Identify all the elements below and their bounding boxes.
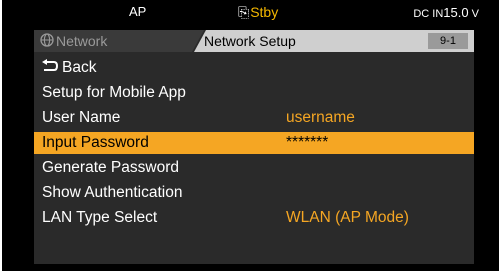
voltage-value: 15.0	[443, 5, 469, 20]
menu-item-label: User Name	[42, 109, 121, 126]
tab-network-setup: Network Setup 9-1	[194, 30, 474, 52]
back-arrow-icon	[42, 59, 58, 71]
lan-type-value: WLAN (AP Mode)	[286, 209, 409, 226]
menu-panel: Network Network Setup 9-1 Back Setup for…	[34, 30, 474, 264]
menu-item-label: Back	[62, 59, 97, 76]
card-icon: ⎘	[238, 4, 250, 20]
status-bar: AP ⎘Stby DC IN15.0 V	[2, 0, 499, 24]
menu-item-user-name[interactable]: User Name username	[34, 107, 474, 129]
globe-icon	[40, 33, 54, 47]
menu-item-label: Setup for Mobile App	[42, 84, 186, 101]
network-mode-indicator: AP	[129, 4, 147, 19]
menu-item-show-authentication[interactable]: Show Authentication	[34, 182, 474, 204]
menu-item-label: Generate Password	[42, 159, 179, 176]
tab-network[interactable]: Network	[34, 30, 204, 52]
record-state-label: Stby	[250, 4, 279, 20]
voltage-unit: V	[471, 8, 479, 20]
user-name-value: username	[286, 109, 355, 126]
password-value: *******	[286, 134, 329, 151]
power-indicator: DC IN15.0 V	[413, 5, 479, 20]
camera-menu-screen: AP ⎘Stby DC IN15.0 V Network Network Set…	[2, 0, 499, 271]
tab-network-label: Network	[56, 33, 108, 49]
page-title: Network Setup	[204, 33, 296, 49]
page-number-badge: 9-1	[428, 33, 468, 49]
menu-item-label: Input Password	[42, 134, 149, 151]
menu-item-lan-type-select[interactable]: LAN Type Select WLAN (AP Mode)	[34, 207, 474, 229]
power-source-label: DC IN	[413, 8, 444, 20]
menu-header: Network Network Setup 9-1	[34, 30, 474, 52]
menu-item-back[interactable]: Back	[34, 57, 474, 79]
menu-item-setup-mobile-app[interactable]: Setup for Mobile App	[34, 82, 474, 104]
menu-item-generate-password[interactable]: Generate Password	[34, 157, 474, 179]
menu-item-label: LAN Type Select	[42, 209, 158, 226]
menu-item-input-password[interactable]: Input Password *******	[34, 132, 474, 154]
record-status: ⎘Stby	[238, 4, 278, 21]
menu-item-label: Show Authentication	[42, 184, 183, 201]
